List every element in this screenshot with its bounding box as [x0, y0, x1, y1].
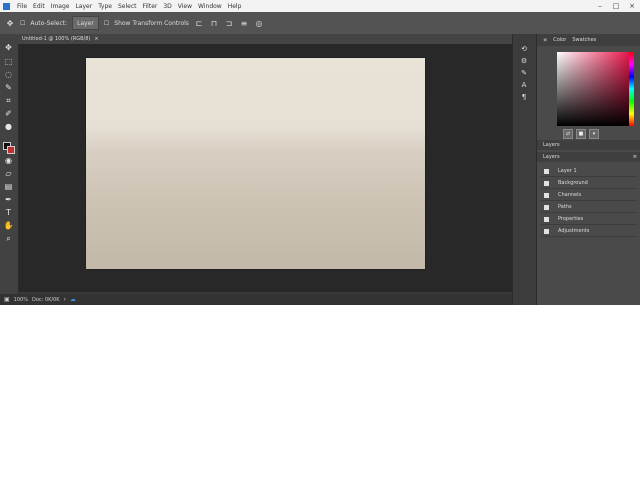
document-tab-bar: Untitled-1 @ 100% (RGB/8) ×	[18, 34, 513, 44]
document-canvas[interactable]	[86, 58, 425, 269]
type-tool-icon[interactable]: T	[3, 207, 14, 218]
crop-tool-icon[interactable]: ⌗	[3, 95, 14, 106]
character-icon[interactable]: A	[519, 80, 529, 89]
menu-window[interactable]: Window	[195, 3, 225, 10]
auto-select-label: Auto-Select:	[30, 19, 68, 27]
options-bar: ✥ ☐ Auto-Select: Layer ☐ Show Transform …	[0, 12, 640, 35]
layers-panel-tabs: Layers ≡	[537, 152, 640, 162]
swap-colors-icon[interactable]: ⇄	[563, 129, 573, 139]
menu-3d[interactable]: 3D	[160, 3, 174, 10]
menu-filter[interactable]: Filter	[140, 3, 161, 10]
canvas-workspace[interactable]	[19, 44, 512, 292]
tab-color[interactable]: Color	[553, 37, 566, 43]
layer-row[interactable]: Background	[541, 178, 637, 189]
lasso-tool-icon[interactable]: ◌	[3, 69, 14, 80]
show-transform-label: Show Transform Controls	[114, 19, 189, 27]
tab-swatches[interactable]: Swatches	[572, 37, 596, 43]
layer-row[interactable]: Paths	[541, 202, 637, 213]
menu-layer[interactable]: Layer	[72, 3, 95, 10]
menu-edit[interactable]: Edit	[30, 3, 48, 10]
zoom-icon[interactable]: ▣	[4, 296, 10, 303]
visibility-eye-icon[interactable]	[544, 216, 549, 222]
menu-select[interactable]: Select	[115, 3, 140, 10]
menu-file[interactable]: File	[14, 3, 30, 10]
maximize-button[interactable]: □	[608, 0, 624, 12]
paragraph-icon[interactable]: ¶	[519, 92, 529, 101]
zoom-level[interactable]: 100%	[14, 297, 28, 303]
eraser-tool-icon[interactable]: ▱	[3, 168, 14, 179]
visibility-eye-icon[interactable]	[544, 192, 549, 198]
quick-select-tool-icon[interactable]: ✎	[3, 82, 14, 93]
layer-row[interactable]: Adjustments	[541, 226, 637, 237]
show-transform-checkbox[interactable]: ☐	[104, 17, 109, 29]
close-button[interactable]: ×	[624, 0, 640, 12]
color-panel-tabs: « Color Swatches	[537, 34, 640, 46]
minimize-button[interactable]: –	[592, 0, 608, 12]
layers-section-header[interactable]: Layers	[537, 140, 640, 150]
auto-select-checkbox[interactable]: ☐	[20, 17, 25, 29]
visibility-eye-icon[interactable]	[544, 180, 549, 186]
pen-tool-icon[interactable]: ✒	[3, 194, 14, 205]
stamp-tool-icon[interactable]: ◉	[3, 155, 14, 166]
collapse-icon[interactable]: «	[543, 36, 547, 44]
tab-close-icon[interactable]: ×	[94, 36, 98, 42]
layer-select-dropdown[interactable]: Layer	[72, 16, 99, 30]
layer-row[interactable]: Channels	[541, 190, 637, 201]
window-controls: – □ ×	[592, 0, 640, 12]
color-mode-icon[interactable]: ▾	[589, 129, 599, 139]
layer-row[interactable]: Properties	[541, 214, 637, 225]
photoshop-window: File Edit Image Layer Type Select Filter…	[0, 0, 640, 305]
marquee-tool-icon[interactable]: ⬚	[3, 56, 14, 67]
brush-presets-icon[interactable]: ✎	[519, 68, 529, 77]
menu-help[interactable]: Help	[225, 3, 245, 10]
move-tool-icon[interactable]: ✥	[3, 42, 14, 53]
desktop-background	[0, 305, 640, 480]
layer-name: Layer 1	[558, 168, 577, 174]
brush-tool-icon[interactable]: ●	[3, 121, 14, 132]
layer-row[interactable]: Layer 1	[541, 166, 637, 177]
eyedropper-tool-icon[interactable]: ✐	[3, 108, 14, 119]
align-center-icon[interactable]: ⊓	[209, 17, 219, 29]
background-color-swatch[interactable]	[7, 146, 15, 154]
cloud-sync-icon[interactable]: ☁	[70, 296, 76, 303]
layer-name: Channels	[558, 192, 582, 198]
3d-mode-icon[interactable]: ◎	[254, 17, 264, 29]
menu-view[interactable]: View	[175, 3, 195, 10]
app-icon	[3, 2, 10, 10]
align-right-icon[interactable]: ⊐	[224, 17, 234, 29]
document-tab[interactable]: Untitled-1 @ 100% (RGB/8)	[22, 36, 90, 42]
visibility-eye-icon[interactable]	[544, 168, 549, 174]
panel-dock-icons: ⟲ ⚙ ✎ A ¶	[512, 34, 537, 305]
gradient-tool-icon[interactable]: ▤	[3, 181, 14, 192]
layers-section-title: Layers	[543, 142, 560, 148]
right-panels: « Color Swatches ⇄ ■ ▾ Layers Layers ≡ L…	[536, 34, 640, 305]
layer-name: Background	[558, 180, 588, 186]
color-picker-buttons: ⇄ ■ ▾	[563, 129, 602, 139]
distribute-icon[interactable]: ≡	[239, 17, 249, 29]
visibility-eye-icon[interactable]	[544, 204, 549, 210]
zoom-tool-icon[interactable]: ⌕	[3, 233, 14, 244]
hue-slider[interactable]	[629, 52, 634, 126]
layer-name: Adjustments	[558, 228, 590, 234]
layer-name: Paths	[558, 204, 572, 210]
panel-menu-icon[interactable]: ≡	[633, 154, 637, 160]
menu-bar: File Edit Image Layer Type Select Filter…	[0, 0, 640, 12]
arrow-right-icon[interactable]: ›	[64, 296, 66, 303]
default-colors-icon[interactable]: ■	[576, 129, 586, 139]
menu-type[interactable]: Type	[95, 3, 115, 10]
history-icon[interactable]: ⟲	[519, 44, 529, 53]
align-left-icon[interactable]: ⊏	[194, 17, 204, 29]
status-bar: ▣ 100% Doc: 0K/0K › ☁	[0, 294, 512, 305]
hand-tool-icon[interactable]: ✋	[3, 220, 14, 231]
properties-icon[interactable]: ⚙	[519, 56, 529, 65]
doc-size-info: Doc: 0K/0K	[31, 296, 60, 303]
layer-name: Properties	[558, 216, 584, 222]
menu-image[interactable]: Image	[48, 3, 73, 10]
tab-layers[interactable]: Layers	[543, 154, 560, 160]
color-picker-field[interactable]	[557, 52, 629, 126]
move-tool-icon[interactable]: ✥	[5, 17, 15, 29]
tools-panel: ✥ ⬚ ◌ ✎ ⌗ ✐ ● ◉ ▱ ▤ ✒ T ✋ ⌕	[0, 34, 19, 296]
visibility-eye-icon[interactable]	[544, 228, 549, 234]
